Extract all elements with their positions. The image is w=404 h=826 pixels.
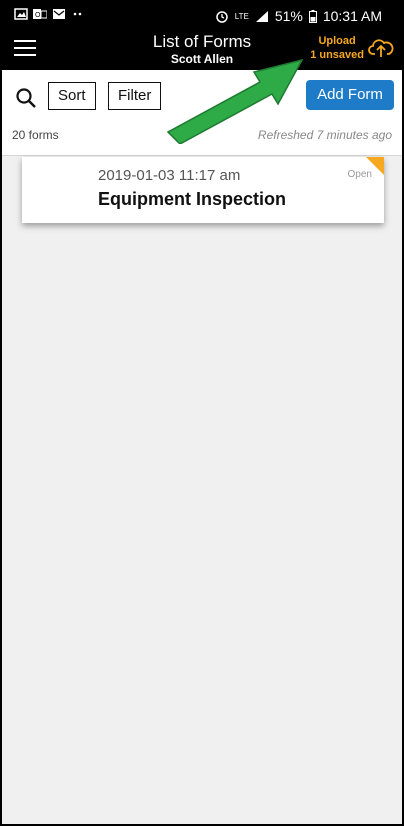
form-count: 20 forms: [12, 128, 59, 142]
battery-level: 51%: [274, 8, 303, 24]
upload-label: Upload: [318, 35, 356, 47]
form-date: 2019-01-03 11:17 am: [98, 167, 241, 184]
title-block: List of Forms Scott Allen: [102, 32, 302, 67]
list-item[interactable]: 2019-01-03 11:17 am Equipment Inspection…: [22, 157, 384, 223]
outlook-icon: O: [33, 9, 47, 19]
app-header: List of Forms Scott Allen Upload 1 unsav…: [2, 30, 402, 70]
mail-icon: [53, 9, 65, 19]
notification-icons: O: [14, 8, 85, 20]
alarm-icon: [215, 11, 228, 23]
upload-button[interactable]: Upload 1 unsaved: [310, 34, 394, 62]
add-form-button[interactable]: Add Form: [306, 80, 394, 110]
signal-icon: [255, 10, 268, 22]
clock: 10:31 AM: [322, 8, 382, 24]
more-notifications-icon: [73, 12, 82, 16]
forms-list[interactable]: 2019-01-03 11:17 am Equipment Inspection…: [2, 157, 402, 824]
page-title: List of Forms: [152, 32, 252, 51]
toolbar: Sort Filter Add Form 20 forms Refreshed …: [2, 70, 402, 156]
filter-button[interactable]: Filter: [108, 82, 162, 110]
search-icon[interactable]: [14, 86, 38, 110]
system-status: LTE 51% 10:31 AM: [215, 8, 382, 24]
hamburger-menu-icon[interactable]: [14, 40, 36, 58]
form-name: Equipment Inspection: [98, 189, 287, 209]
status-badge: Open: [347, 169, 372, 180]
network-type: LTE: [234, 11, 249, 21]
status-bar: O LTE 51% 10:31 AM: [2, 2, 402, 30]
upload-text: Upload 1 unsaved: [310, 34, 364, 62]
battery-icon: [308, 9, 317, 23]
sort-button[interactable]: Sort: [48, 82, 96, 110]
phone-screen: O LTE 51% 10:31 AM List of Forms Scott A…: [0, 0, 404, 826]
refreshed-status: Refreshed 7 minutes ago: [257, 128, 392, 142]
svg-text:O: O: [35, 12, 41, 19]
user-name: Scott Allen: [170, 52, 234, 66]
unsaved-count: 1 unsaved: [310, 49, 364, 61]
gallery-icon: [14, 8, 28, 20]
cloud-upload-icon: [368, 39, 394, 57]
